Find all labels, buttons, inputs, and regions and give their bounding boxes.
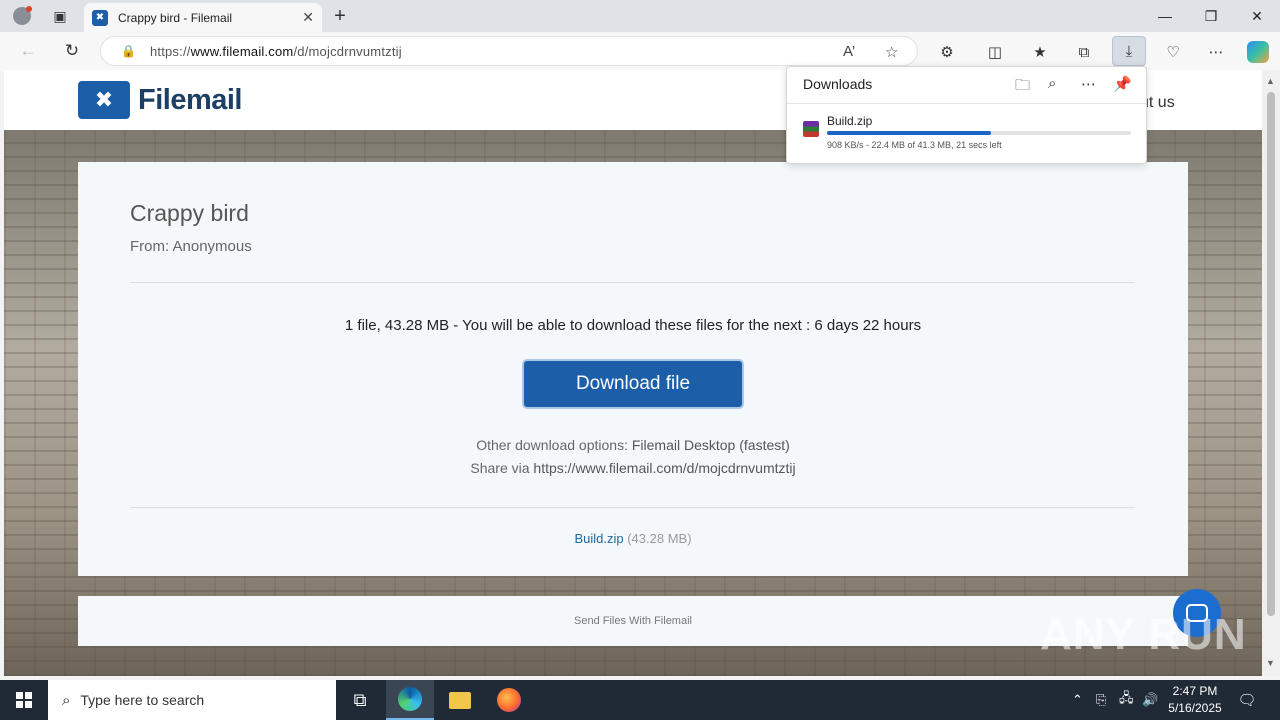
collections-icon[interactable]: ⧉ (1071, 39, 1097, 65)
downloads-title: Downloads (803, 76, 873, 92)
filemail-logo-icon: ✖ (78, 81, 130, 119)
volume-icon[interactable]: 🔊 (1142, 680, 1158, 720)
minimize-button[interactable]: — (1142, 0, 1188, 32)
transfer-card: Crappy bird From: Anonymous 1 file, 43.2… (78, 162, 1188, 576)
back-button[interactable]: ← (16, 39, 40, 63)
copilot-icon[interactable] (1245, 39, 1271, 65)
address-bar[interactable]: 🔒 https://www.filemail.com/d/mojcdrnvumt… (100, 36, 918, 66)
windows-logo-icon (16, 692, 32, 708)
notifications-icon[interactable]: 🗨 (1232, 688, 1262, 712)
profile-icon[interactable] (10, 4, 34, 28)
extensions-icon[interactable]: ⚙ (934, 39, 960, 65)
footer-card: Send Files With Filemail (78, 596, 1188, 646)
filemail-favicon-icon: ✖ (92, 9, 108, 26)
scroll-up-icon[interactable]: ▲ (1266, 76, 1275, 86)
restore-button[interactable]: ❐ (1188, 0, 1234, 32)
tab-filemail[interactable]: ✖ Crappy bird - Filemail ✕ (84, 3, 322, 32)
favorites-icon[interactable]: ★ (1027, 39, 1053, 65)
open-folder-icon[interactable]: 🗀 (1015, 75, 1030, 100)
scrollbar-thumb[interactable] (1267, 92, 1275, 616)
lock-icon[interactable]: 🔒 (121, 44, 136, 58)
split-screen-icon[interactable]: ◫ (982, 39, 1008, 65)
download-progress-bar (827, 131, 1131, 135)
taskbar-search[interactable]: ⌕ Type here to search (48, 680, 336, 720)
downloads-panel: Downloads 🗀 ⌕ ⋯ 📌 Build.zip 908 KB/s - 2… (786, 66, 1147, 164)
transfer-summary: 1 file, 43.28 MB - You will be able to d… (344, 317, 922, 334)
network-icon[interactable]: 🖧 (1119, 680, 1134, 720)
favorite-star-icon[interactable]: ☆ (885, 43, 898, 61)
footer-link[interactable]: Send Files With Filemail (574, 615, 692, 627)
logo-text: Filemail (138, 83, 243, 116)
usb-icon[interactable]: ⎘ (1096, 680, 1106, 720)
zip-file-icon (803, 121, 819, 137)
download-item-name[interactable]: Build.zip (827, 114, 872, 128)
watermark-text: ANY RUN (1040, 610, 1247, 659)
filemail-desktop-link[interactable]: Filemail Desktop (fastest) (632, 437, 790, 453)
divider (130, 282, 1135, 283)
close-window-button[interactable]: ✕ (1234, 0, 1280, 32)
download-file-button[interactable]: Download file (522, 359, 744, 409)
sender-label: From: Anonymous (130, 238, 252, 255)
downloads-icon[interactable]: ⤓ (1112, 36, 1146, 66)
folder-icon (449, 691, 471, 709)
file-list-item: Build.zip (43.28 MB) (78, 531, 1188, 546)
transfer-title: Crappy bird (130, 200, 249, 226)
file-link[interactable]: Build.zip (574, 531, 623, 546)
new-tab-button[interactable]: + (328, 4, 352, 28)
show-hidden-icons[interactable]: ⌃ (1072, 680, 1083, 720)
download-options: Other download options: Filemail Desktop… (78, 434, 1188, 480)
pin-icon[interactable]: 📌 (1113, 75, 1132, 93)
taskbar: ⌕ Type here to search ⧉ ⌃ ⎘ 🖧 🔊 2:47 PM … (0, 680, 1280, 720)
firefox-icon (497, 688, 521, 712)
download-progress-fill (827, 131, 992, 135)
task-view-icon[interactable]: ⧉ (336, 680, 384, 720)
tab-close-icon[interactable]: ✕ (302, 9, 314, 26)
edge-taskbar-button[interactable] (386, 680, 434, 720)
edge-icon (398, 687, 422, 711)
search-icon[interactable]: ⌕ (1048, 75, 1056, 92)
firefox-taskbar-button[interactable] (485, 680, 533, 720)
file-size: (43.28 MB) (627, 531, 692, 546)
divider (130, 507, 1135, 508)
clock-date: 5/16/2025 (1168, 701, 1222, 715)
tab-title: Crappy bird - Filemail (118, 10, 233, 25)
scroll-down-icon[interactable]: ▼ (1266, 658, 1275, 668)
more-menu-icon[interactable]: ⋯ (1203, 39, 1229, 65)
start-button[interactable] (0, 680, 48, 720)
file-explorer-taskbar-button[interactable] (436, 680, 484, 720)
title-bar: ▣ ✖ Crappy bird - Filemail ✕ + — ❐ ✕ (0, 0, 1280, 32)
share-url-link[interactable]: https://www.filemail.com/d/mojcdrnvumtzt… (533, 460, 795, 476)
taskbar-clock[interactable]: 2:47 PM 5/16/2025 (1160, 683, 1230, 717)
browser-essentials-icon[interactable]: ♡ (1160, 39, 1186, 65)
divider (787, 103, 1146, 104)
navigation-bar: ← ↻ 🔒 https://www.filemail.com/d/mojcdrn… (0, 32, 1280, 70)
search-icon: ⌕ (62, 691, 71, 709)
page-scrollbar[interactable]: ▲ ▼ (1262, 70, 1280, 676)
download-status: 908 KB/s - 22.4 MB of 41.3 MB, 21 secs l… (827, 140, 1002, 150)
read-aloud-icon[interactable]: A’ (843, 43, 855, 60)
tab-actions-icon[interactable]: ▣ (48, 4, 72, 28)
other-options-label: Other download options: (476, 437, 632, 453)
refresh-button[interactable]: ↻ (60, 39, 84, 63)
search-placeholder: Type here to search (80, 692, 205, 708)
filemail-logo[interactable]: ✖ Filemail (78, 81, 243, 119)
url-text: https://www.filemail.com/d/mojcdrnvumtzt… (149, 43, 402, 59)
clock-time: 2:47 PM (1172, 684, 1218, 698)
more-options-icon[interactable]: ⋯ (1081, 75, 1096, 93)
share-label: Share via (470, 460, 534, 476)
